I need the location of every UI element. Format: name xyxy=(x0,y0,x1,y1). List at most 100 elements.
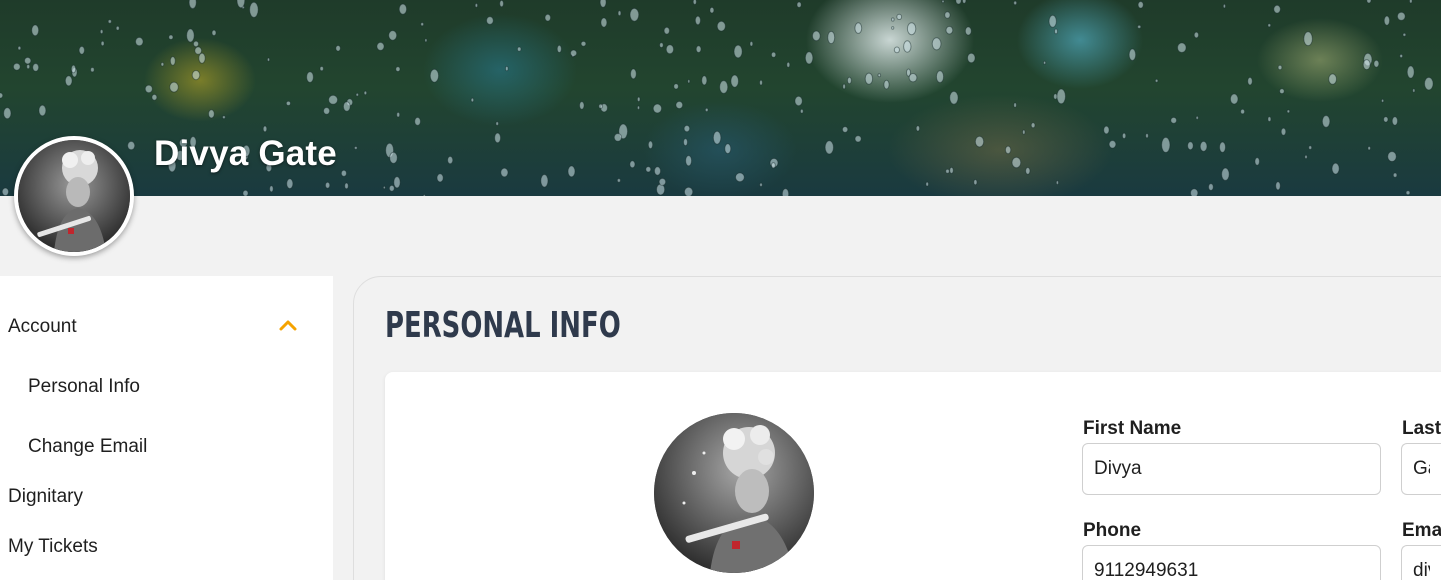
rain-drop xyxy=(505,65,509,72)
rain-drop xyxy=(580,40,587,47)
sidebar-item-dignitary[interactable]: Dignitary xyxy=(8,486,83,508)
rain-drop xyxy=(222,115,226,120)
chevron-up-icon[interactable] xyxy=(278,318,298,332)
rain-drop xyxy=(1022,129,1026,135)
rain-drop xyxy=(630,68,637,80)
rain-drop xyxy=(653,166,662,176)
rain-drop xyxy=(1199,140,1208,152)
rain-drop xyxy=(864,72,874,85)
rain-drop xyxy=(794,95,803,107)
rain-drop xyxy=(694,15,702,26)
rain-drop xyxy=(891,26,895,30)
rain-drop xyxy=(1108,140,1117,149)
email-label: Ema xyxy=(1402,520,1441,541)
rain-drop xyxy=(903,40,912,53)
rain-drop xyxy=(749,41,754,47)
rain-drop xyxy=(1025,167,1031,175)
rain-drop xyxy=(192,40,200,48)
rain-drop xyxy=(1043,60,1047,65)
rain-drop xyxy=(544,13,552,22)
rain-drop xyxy=(1208,183,1214,191)
rain-drop xyxy=(1187,141,1194,151)
rain-drop xyxy=(701,75,708,86)
rain-drop xyxy=(0,92,4,99)
rain-drop xyxy=(1137,1,1144,9)
rain-drop xyxy=(1286,109,1291,114)
rain-drop xyxy=(1383,116,1389,123)
rain-drop xyxy=(376,41,385,51)
rain-drop xyxy=(1177,42,1187,54)
rain-drop xyxy=(1170,116,1178,124)
rain-drop xyxy=(26,64,31,70)
rain-drop xyxy=(1381,98,1385,103)
rain-drop xyxy=(1366,0,1372,4)
rain-drop xyxy=(1367,146,1371,151)
rain-drop xyxy=(1121,132,1127,140)
rain-drop xyxy=(1,187,10,196)
rain-drop xyxy=(1399,53,1404,59)
sidebar-item-change-email[interactable]: Change Email xyxy=(28,436,147,458)
rain-drop xyxy=(915,125,921,132)
last-name-input[interactable] xyxy=(1401,443,1441,495)
rain-drop xyxy=(636,96,641,103)
profile-photo[interactable] xyxy=(654,413,814,573)
rain-drop xyxy=(675,100,684,110)
rain-drop xyxy=(1409,0,1413,4)
rain-drop xyxy=(1161,136,1171,153)
rain-drop xyxy=(342,101,351,112)
rain-drop xyxy=(1279,88,1285,95)
email-input[interactable] xyxy=(1401,545,1441,580)
rain-drop xyxy=(931,37,942,51)
rain-drop xyxy=(1402,32,1407,37)
rain-drop xyxy=(414,116,422,126)
profile-avatar[interactable] xyxy=(14,136,134,256)
sidebar-item-personal-info[interactable]: Personal Info xyxy=(28,376,140,398)
rain-drop xyxy=(967,52,976,64)
rain-drop xyxy=(78,45,86,55)
rain-drop xyxy=(169,56,176,66)
rain-drop xyxy=(665,44,675,55)
rain-drop xyxy=(730,74,740,88)
profile-name: Divya Gate xyxy=(154,134,337,173)
page-title: PERSONAL INFO xyxy=(385,305,621,346)
rain-drop xyxy=(683,186,694,196)
rain-drop xyxy=(944,11,951,19)
rain-drop xyxy=(1193,31,1200,39)
rain-drop xyxy=(1229,93,1239,105)
rain-drop xyxy=(286,178,294,190)
rain-drop xyxy=(1222,3,1227,9)
phone-input[interactable] xyxy=(1082,545,1381,580)
rain-drop xyxy=(854,22,863,34)
rain-drop xyxy=(344,182,349,190)
rain-drop xyxy=(647,140,654,150)
rain-drop xyxy=(945,168,950,174)
last-name-label: Last xyxy=(1402,418,1441,439)
rain-drop xyxy=(242,189,249,196)
rain-drop xyxy=(799,108,804,114)
sidebar-item-my-tickets[interactable]: My Tickets xyxy=(8,536,98,558)
rain-drop xyxy=(269,185,274,193)
rain-drop xyxy=(470,97,475,103)
first-name-input[interactable] xyxy=(1082,443,1381,495)
rain-drop xyxy=(396,111,401,118)
rain-drop xyxy=(319,66,324,72)
rain-drop xyxy=(1277,64,1283,71)
rain-drop xyxy=(17,45,22,51)
rain-drop xyxy=(389,151,398,164)
rain-drop xyxy=(1254,157,1260,166)
rain-drop xyxy=(1321,115,1331,128)
rain-drop xyxy=(685,155,693,167)
sidebar: Account Personal Info Change Email Digni… xyxy=(0,276,333,580)
rain-drop xyxy=(500,167,509,178)
rain-drop xyxy=(499,0,504,8)
rain-drop xyxy=(683,138,688,147)
rain-drop xyxy=(144,84,153,94)
rain-drop xyxy=(12,62,21,71)
rain-drop xyxy=(709,6,715,14)
rain-drop xyxy=(422,194,426,196)
rain-drop xyxy=(579,101,585,110)
rain-drop xyxy=(198,52,206,64)
sidebar-item-account[interactable]: Account xyxy=(8,316,77,338)
rain-drop xyxy=(1137,24,1142,29)
rain-drop xyxy=(1392,172,1398,178)
